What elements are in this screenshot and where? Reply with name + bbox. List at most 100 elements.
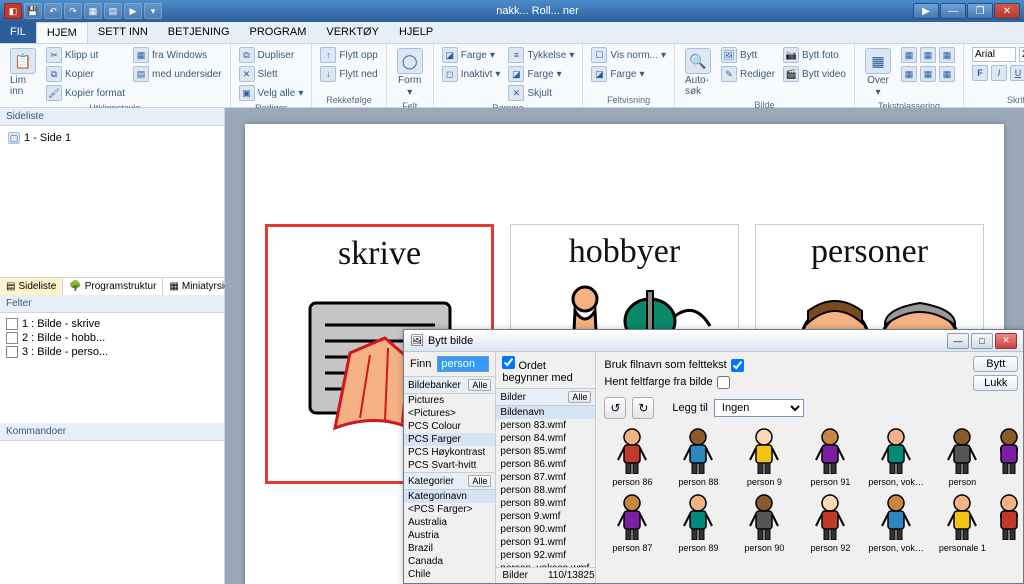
tab-programstruktur[interactable]: 🌳Programstruktur xyxy=(63,278,163,295)
bank-item[interactable]: Pictures xyxy=(404,394,495,407)
copy-format-button[interactable]: 🖌Kopier format xyxy=(44,84,127,102)
help-button[interactable]: ▶ xyxy=(913,3,939,19)
field-item[interactable]: 1 : Bilde - skrive xyxy=(4,317,220,331)
file-item[interactable]: person 85.wmf xyxy=(496,445,595,458)
paste-button[interactable]: 📋Lim inn xyxy=(6,46,40,99)
menu-verktoy[interactable]: VERKTØY xyxy=(316,22,389,43)
form-button[interactable]: ◯Form▾ xyxy=(393,46,427,100)
color2-button[interactable]: ◪Farge▾ xyxy=(506,65,576,83)
thickness-button[interactable]: ≡Tykkelse▾ xyxy=(506,46,576,64)
cut-button[interactable]: ✂Klipp ut xyxy=(44,46,127,64)
file-item[interactable]: person 86.wmf xyxy=(496,458,595,471)
category-item[interactable]: Canada xyxy=(404,555,495,568)
dialog-close-button[interactable]: ✕ xyxy=(995,333,1017,349)
file-item[interactable]: person 91.wmf xyxy=(496,536,595,549)
thumbnail[interactable]: person 9 xyxy=(736,425,792,487)
underline-icon[interactable]: U xyxy=(1010,65,1024,81)
tab-sideliste[interactable]: ▤Sideliste xyxy=(0,278,63,295)
hidden-button[interactable]: ✕Skjult xyxy=(506,84,576,102)
bold-icon[interactable]: F xyxy=(972,65,988,81)
thumbnail[interactable]: person 89 xyxy=(670,491,726,553)
thumbnail[interactable] xyxy=(1000,425,1018,487)
thumbnail-area[interactable]: person 86 person 88 person 9 person 91 p… xyxy=(596,421,1023,583)
category-item[interactable]: Kategorinavn xyxy=(404,490,495,503)
file-item[interactable]: person 92.wmf xyxy=(496,549,595,562)
change-photo-button[interactable]: 📷Bytt foto xyxy=(781,46,848,64)
close-button[interactable]: ✕ xyxy=(994,3,1020,19)
file-item[interactable]: person 89.wmf xyxy=(496,497,595,510)
from-windows-button[interactable]: ▦fra Windows xyxy=(131,46,223,64)
bank-item[interactable]: PCS Høykontrast xyxy=(404,446,495,459)
dialog-minimize-button[interactable]: — xyxy=(947,333,969,349)
align-grid-1[interactable]: ▦▦▦ xyxy=(899,46,957,64)
thumbnail[interactable]: person 88 xyxy=(670,425,726,487)
thumbnail[interactable] xyxy=(1000,491,1018,553)
get-color-checkbox[interactable]: Hent feltfarge fra bilde xyxy=(604,376,743,389)
rotate-left-button[interactable]: ↺ xyxy=(604,397,626,419)
menu-program[interactable]: PROGRAM xyxy=(240,22,317,43)
category-item[interactable]: Brazil xyxy=(404,542,495,555)
menu-hjelp[interactable]: HJELP xyxy=(389,22,443,43)
text-over-button[interactable]: ▦Over▾ xyxy=(861,46,895,100)
add-to-select[interactable]: Ingen xyxy=(714,399,804,417)
use-filename-checkbox[interactable]: Bruk filnavn som felttekst xyxy=(604,359,743,372)
dialog-titlebar[interactable]: 🖼 Bytt bilde — □ ✕ xyxy=(404,330,1023,352)
file-item[interactable]: person 88.wmf xyxy=(496,484,595,497)
category-item[interactable]: Austria xyxy=(404,529,495,542)
menu-betjening[interactable]: BETJENING xyxy=(158,22,240,43)
thumbnail[interactable]: person 86 xyxy=(604,425,660,487)
thumbnail[interactable]: person 90 xyxy=(736,491,792,553)
dialog-maximize-button[interactable]: □ xyxy=(971,333,993,349)
inactive-button[interactable]: ◻Inaktivt▾ xyxy=(440,65,503,83)
file-item[interactable]: person 9.wmf xyxy=(496,510,595,523)
category-item[interactable]: Australia xyxy=(404,516,495,529)
field-list[interactable]: 1 : Bilde - skrive 2 : Bilde - hobb... 3… xyxy=(0,313,224,423)
qat-app-icon[interactable]: ◧ xyxy=(4,3,22,19)
with-subpages-button[interactable]: ▤med undersider xyxy=(131,65,223,83)
starts-with-checkbox[interactable]: Ordet begynner med xyxy=(502,356,589,384)
files-list[interactable]: Bildenavnperson 83.wmfperson 84.wmfperso… xyxy=(496,406,595,567)
color-button[interactable]: ◪Farge▾ xyxy=(440,46,503,64)
thumbnail[interactable]: person 91 xyxy=(802,425,858,487)
align-grid-2[interactable]: ▦▦▦ xyxy=(899,65,957,83)
fill-color-button[interactable]: ◪Farge▾ xyxy=(589,65,668,83)
file-item[interactable]: person 90.wmf xyxy=(496,523,595,536)
menu-fil[interactable]: FIL xyxy=(0,22,36,43)
thumbnail[interactable]: person, voksen1 xyxy=(868,491,924,553)
italic-icon[interactable]: I xyxy=(991,65,1007,81)
thumbnail[interactable]: person 92 xyxy=(802,491,858,553)
auto-search-button[interactable]: 🔍Auto-søk xyxy=(681,46,715,99)
categories-list[interactable]: Kategorinavn<PCS Farger>AustraliaAustria… xyxy=(404,490,495,583)
category-item[interactable]: <PCS Farger> xyxy=(404,503,495,516)
rotate-right-button[interactable]: ↻ xyxy=(632,397,654,419)
commands-pane[interactable] xyxy=(0,441,224,584)
change-image-button[interactable]: 🖼Bytt xyxy=(719,46,777,64)
qat-play-icon[interactable]: ▶ xyxy=(124,3,142,19)
bank-item[interactable]: <Pictures> xyxy=(404,407,495,420)
qat-dropdown-icon[interactable]: ▾ xyxy=(144,3,162,19)
move-down-button[interactable]: ↓Flytt ned xyxy=(318,65,379,83)
category-item[interactable]: Chile xyxy=(404,568,495,581)
qat-save-icon[interactable]: 💾 xyxy=(24,3,42,19)
qat-btn-1[interactable]: ▦ xyxy=(84,3,102,19)
qat-undo-icon[interactable]: ↶ xyxy=(44,3,62,19)
copy-button[interactable]: ⧉Kopier xyxy=(44,65,127,83)
all-banks-button[interactable]: Alle xyxy=(468,379,491,391)
duplicate-button[interactable]: ⧉Dupliser xyxy=(237,46,306,64)
checkbox-icon[interactable] xyxy=(6,346,18,358)
checkbox-icon[interactable] xyxy=(6,332,18,344)
qat-redo-icon[interactable]: ↷ xyxy=(64,3,82,19)
close-dialog-button[interactable]: Lukk xyxy=(973,375,1018,391)
thumbnail[interactable]: person 87 xyxy=(604,491,660,553)
move-up-button[interactable]: ↑Flytt opp xyxy=(318,46,379,64)
select-all-button[interactable]: ▣Velg alle▾ xyxy=(237,84,306,102)
change-video-button[interactable]: 🎬Bytt video xyxy=(781,65,848,83)
field-item[interactable]: 2 : Bilde - hobb... xyxy=(4,331,220,345)
thumbnail[interactable]: person, voksen xyxy=(868,425,924,487)
page-item[interactable]: ▢1 - Side 1 xyxy=(4,130,220,146)
thumbnail[interactable]: personale 1 xyxy=(934,491,990,553)
view-normal-button[interactable]: ☐Vis norm...▾ xyxy=(589,46,668,64)
menu-settinn[interactable]: SETT INN xyxy=(88,22,158,43)
checkbox-icon[interactable] xyxy=(6,318,18,330)
bank-item[interactable]: PCS Colour xyxy=(404,420,495,433)
